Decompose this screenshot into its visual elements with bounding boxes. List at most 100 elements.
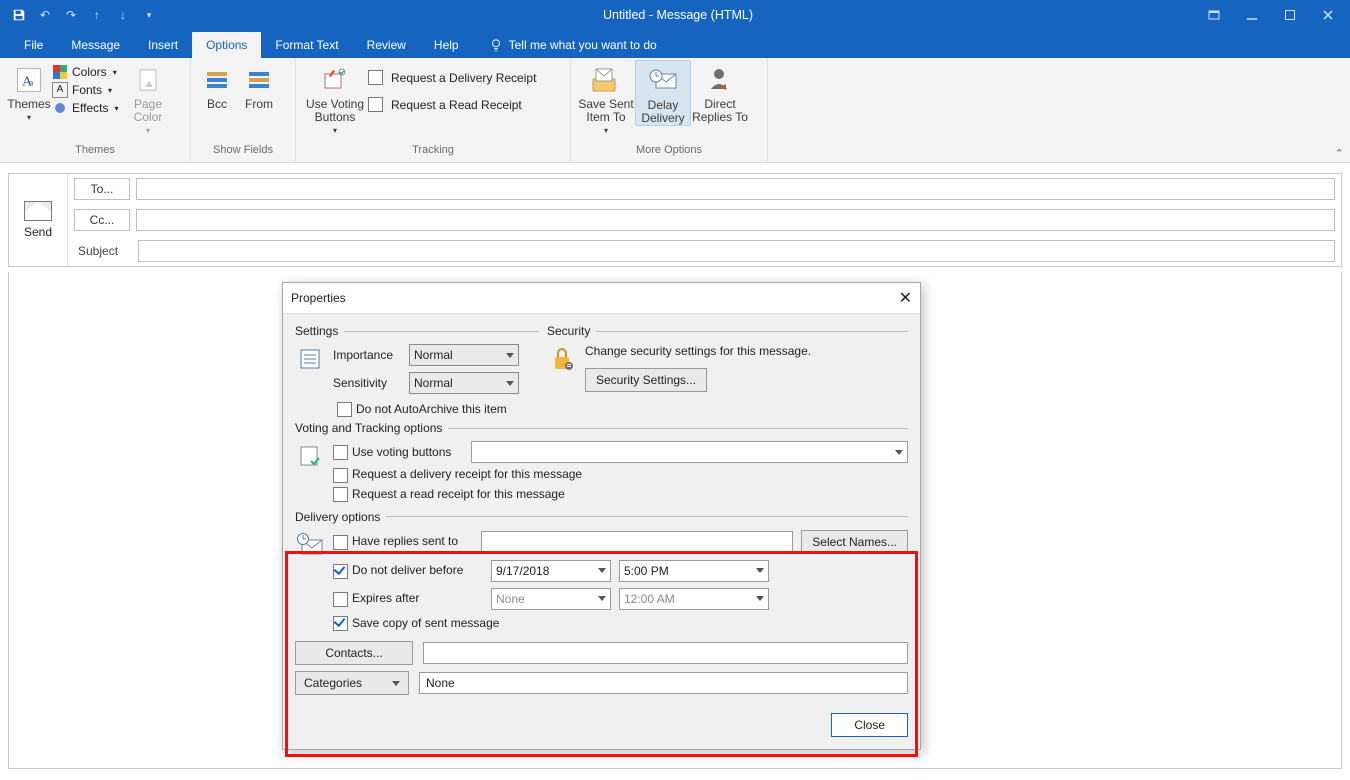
group-label-show-fields: Show Fields xyxy=(197,144,289,162)
save-copy-checkbox[interactable]: Save copy of sent message xyxy=(333,616,499,630)
subject-label: Subject xyxy=(74,244,132,258)
save-icon[interactable] xyxy=(8,4,30,26)
ribbon-tabs: File Message Insert Options Format Text … xyxy=(0,30,1350,58)
expires-date-select[interactable]: None xyxy=(491,588,611,610)
undo-icon[interactable]: ↶ xyxy=(34,4,56,26)
maximize-icon[interactable] xyxy=(1272,0,1308,30)
save-sent-item-to-button[interactable]: Save Sent Item To▾ xyxy=(577,60,635,137)
expires-time-select[interactable]: 12:00 AM xyxy=(619,588,769,610)
effects-button[interactable]: Effects▾ xyxy=(52,100,124,116)
close-button[interactable]: Close xyxy=(831,713,908,737)
themes-button[interactable]: Aa Themes ▾ xyxy=(6,60,52,124)
no-autoarchive-checkbox[interactable]: Do not AutoArchive this item xyxy=(337,402,507,416)
deliver-date-select[interactable]: 9/17/2018 xyxy=(491,560,611,582)
request-read-receipt-checkbox-2[interactable]: Request a read receipt for this message xyxy=(333,487,565,501)
arrow-up-icon[interactable]: ↑ xyxy=(86,4,108,26)
group-show-fields: Bcc From Show Fields xyxy=(191,58,296,162)
voting-buttons-select[interactable] xyxy=(471,441,908,463)
redo-icon[interactable]: ↷ xyxy=(60,4,82,26)
cc-field[interactable] xyxy=(136,209,1335,231)
direct-replies-icon xyxy=(704,64,736,96)
to-field[interactable] xyxy=(136,178,1335,200)
security-text: Change security settings for this messag… xyxy=(585,344,908,358)
request-read-receipt-checkbox[interactable]: Request a Read Receipt xyxy=(368,97,536,112)
fonts-icon: A xyxy=(52,82,68,98)
importance-select[interactable]: Normal xyxy=(409,344,519,366)
from-icon xyxy=(243,64,275,96)
subject-field[interactable] xyxy=(138,240,1335,262)
sensitivity-label: Sensitivity xyxy=(333,376,403,390)
dialog-close-icon[interactable]: ✕ xyxy=(899,288,912,308)
have-replies-field[interactable] xyxy=(481,531,793,553)
chevron-down-icon xyxy=(756,568,764,573)
fonts-button[interactable]: AFonts▾ xyxy=(52,82,124,98)
checkbox-icon xyxy=(368,70,383,85)
group-label-tracking: Tracking xyxy=(302,144,564,162)
arrow-down-icon[interactable]: ↓ xyxy=(112,4,134,26)
use-voting-buttons-button[interactable]: Use Voting Buttons ▾ xyxy=(302,60,368,137)
page-color-button[interactable]: Page Color ▾ xyxy=(124,60,172,137)
minimize-icon[interactable] xyxy=(1234,0,1270,30)
dialog-title: Properties xyxy=(291,291,346,305)
colors-icon xyxy=(52,64,68,80)
delivery-options-legend: Delivery options xyxy=(295,510,380,524)
from-button[interactable]: From xyxy=(237,60,281,111)
group-label-themes: Themes xyxy=(6,144,184,162)
expires-after-checkbox[interactable]: Expires after xyxy=(333,591,483,606)
window-controls xyxy=(1196,0,1350,30)
tell-me-search[interactable]: Tell me what you want to do xyxy=(479,32,667,58)
use-voting-buttons-checkbox[interactable]: Use voting buttons xyxy=(333,445,463,460)
qat-customize-icon[interactable]: ▾ xyxy=(138,4,160,26)
collapse-ribbon-icon[interactable]: ⌃ xyxy=(1335,147,1344,160)
categories-button[interactable]: Categories xyxy=(295,671,409,695)
chevron-down-icon xyxy=(506,381,514,386)
cc-button[interactable]: Cc... xyxy=(74,209,130,231)
tab-review[interactable]: Review xyxy=(353,32,420,58)
send-button[interactable]: Send xyxy=(9,174,68,266)
themes-label: Themes xyxy=(7,98,50,111)
settings-icon xyxy=(295,344,325,374)
categories-field[interactable]: None xyxy=(419,672,908,694)
checkbox-icon xyxy=(368,97,383,112)
chevron-down-icon xyxy=(598,568,606,573)
tab-insert[interactable]: Insert xyxy=(134,32,192,58)
delivery-options-icon xyxy=(295,530,325,560)
have-replies-checkbox[interactable]: Have replies sent to xyxy=(333,534,473,549)
colors-button[interactable]: Colors▾ xyxy=(52,64,124,80)
tab-options[interactable]: Options xyxy=(192,32,261,58)
security-settings-button[interactable]: Security Settings... xyxy=(585,368,707,392)
tab-message[interactable]: Message xyxy=(57,32,134,58)
bcc-icon xyxy=(201,64,233,96)
chevron-down-icon xyxy=(598,596,606,601)
contacts-button[interactable]: Contacts... xyxy=(295,641,413,665)
chevron-down-icon xyxy=(895,450,903,455)
direct-replies-to-button[interactable]: Direct Replies To xyxy=(691,60,749,124)
compose-header: Send To... Cc... Subject xyxy=(8,173,1342,267)
voting-tracking-icon xyxy=(295,441,325,471)
tab-help[interactable]: Help xyxy=(420,32,473,58)
tab-format-text[interactable]: Format Text xyxy=(261,32,352,58)
security-legend: Security xyxy=(547,324,590,338)
sensitivity-select[interactable]: Normal xyxy=(409,372,519,394)
dialog-titlebar: Properties ✕ xyxy=(283,283,920,314)
to-button[interactable]: To... xyxy=(74,178,130,200)
window-title: Untitled - Message (HTML) xyxy=(160,8,1196,22)
title-bar: ↶ ↷ ↑ ↓ ▾ Untitled - Message (HTML) xyxy=(0,0,1350,30)
quick-access-toolbar: ↶ ↷ ↑ ↓ ▾ xyxy=(0,4,160,26)
ribbon-display-icon[interactable] xyxy=(1196,0,1232,30)
bcc-button[interactable]: Bcc xyxy=(197,60,237,111)
contacts-field[interactable] xyxy=(423,642,908,664)
do-not-deliver-before-checkbox[interactable]: Do not deliver before xyxy=(333,563,483,578)
themes-icon: Aa xyxy=(13,64,45,96)
group-more-options: Save Sent Item To▾ Delay Delivery Direct… xyxy=(571,58,768,162)
request-delivery-receipt-checkbox-2[interactable]: Request a delivery receipt for this mess… xyxy=(333,467,582,481)
delay-delivery-button[interactable]: Delay Delivery xyxy=(635,60,691,126)
tab-file[interactable]: File xyxy=(10,32,57,58)
deliver-time-select[interactable]: 5:00 PM xyxy=(619,560,769,582)
properties-dialog: Properties ✕ Settings Importance Normal … xyxy=(282,282,921,750)
close-icon[interactable] xyxy=(1310,0,1346,30)
select-names-button[interactable]: Select Names... xyxy=(801,530,908,554)
save-sent-icon xyxy=(590,64,622,96)
request-delivery-receipt-checkbox[interactable]: Request a Delivery Receipt xyxy=(368,70,536,85)
settings-legend: Settings xyxy=(295,324,338,338)
